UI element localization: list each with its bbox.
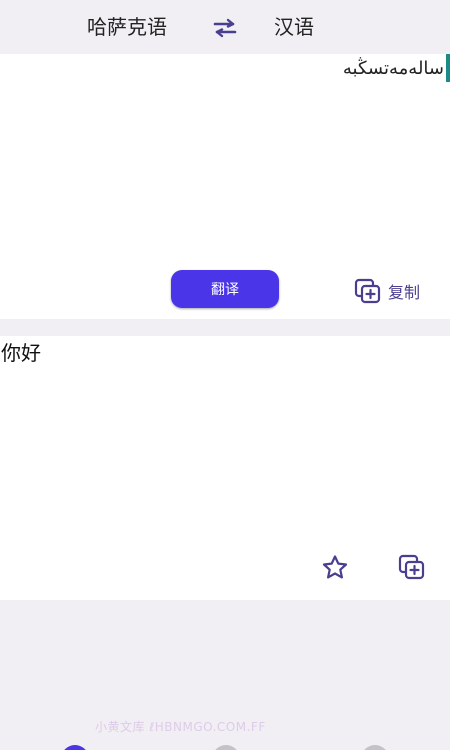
copy-label: 复制: [388, 283, 421, 302]
bottom-navigation: [0, 740, 450, 750]
source-text-input[interactable]: ساله‌مه‌تسڭبه: [343, 57, 444, 81]
swap-languages-button[interactable]: [212, 18, 238, 38]
translate-button[interactable]: 翻译: [171, 270, 279, 308]
star-icon: [322, 555, 348, 579]
copy-icon: [398, 554, 425, 580]
translation-result-text: 你好: [1, 341, 41, 365]
source-language-selector[interactable]: 哈萨克语: [87, 12, 167, 42]
nav-tab-translate[interactable]: [61, 745, 89, 750]
nav-tab-2[interactable]: [212, 745, 240, 750]
copy-plus-icon: [354, 278, 381, 304]
favorite-button[interactable]: [320, 553, 350, 583]
watermark-text: 小黄文库 ℓHBNMGO.COM.FF: [95, 720, 266, 734]
translation-output-panel: 你好: [0, 336, 450, 600]
target-language-selector[interactable]: 汉语: [274, 12, 314, 42]
copy-source-button[interactable]: 复制: [354, 277, 420, 305]
text-cursor: [446, 54, 450, 82]
swap-arrows-icon: [213, 18, 237, 38]
language-header: 哈萨克语 汉语: [0, 0, 450, 54]
copy-translation-button[interactable]: [397, 553, 427, 583]
nav-tab-3[interactable]: [361, 745, 389, 750]
source-input-panel[interactable]: ساله‌مه‌تسڭبه 翻译 复制: [0, 54, 450, 319]
